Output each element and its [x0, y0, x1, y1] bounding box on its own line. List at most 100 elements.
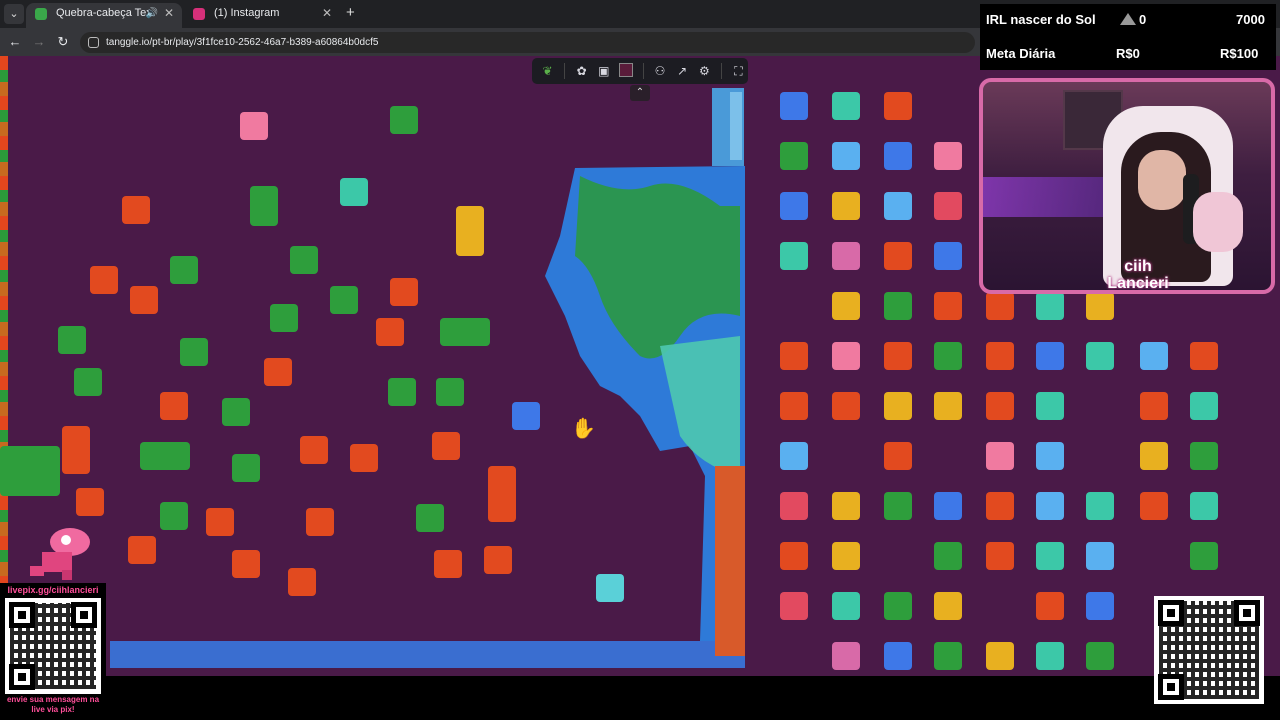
puzzle-piece[interactable]	[390, 278, 418, 306]
tray-piece[interactable]	[1036, 442, 1064, 470]
tray-piece[interactable]	[1036, 292, 1064, 320]
tanggle-logo-icon[interactable]: ❦	[538, 60, 557, 82]
tray-piece[interactable]	[1036, 392, 1064, 420]
tray-piece[interactable]	[934, 392, 962, 420]
puzzle-piece[interactable]	[0, 446, 60, 496]
tray-piece[interactable]	[780, 542, 808, 570]
close-tab-icon[interactable]: ✕	[164, 3, 174, 24]
puzzle-piece[interactable]	[440, 318, 490, 346]
puzzle-piece[interactable]	[456, 206, 484, 256]
tray-piece[interactable]	[934, 492, 962, 520]
site-info-icon[interactable]	[88, 37, 99, 48]
tray-piece[interactable]	[934, 642, 962, 670]
tray-piece[interactable]	[832, 242, 860, 270]
puzzle-piece[interactable]	[488, 466, 516, 522]
tray-piece[interactable]	[934, 342, 962, 370]
puzzle-piece[interactable]	[140, 442, 190, 470]
reload-icon[interactable]: ↻	[54, 33, 72, 51]
tab-puzzle[interactable]: Quebra-cabeça Texturas 🔊 ✕	[26, 3, 182, 28]
close-tab-icon[interactable]: ✕	[322, 3, 332, 24]
tray-piece[interactable]	[1036, 642, 1064, 670]
tray-piece[interactable]	[1036, 592, 1064, 620]
tray-piece[interactable]	[884, 392, 912, 420]
players-icon[interactable]: ⚇	[650, 60, 669, 82]
puzzle-piece[interactable]	[416, 504, 444, 532]
tray-piece[interactable]	[832, 342, 860, 370]
puzzle-piece[interactable]	[222, 398, 250, 426]
puzzle-piece[interactable]	[376, 318, 404, 346]
tray-piece[interactable]	[986, 392, 1014, 420]
fullscreen-icon[interactable]: ⛶	[729, 60, 748, 82]
tray-piece[interactable]	[780, 192, 808, 220]
settings-icon[interactable]: ⚙	[695, 60, 714, 82]
tray-piece[interactable]	[1140, 342, 1168, 370]
tray-piece[interactable]	[1140, 492, 1168, 520]
tray-piece[interactable]	[780, 442, 808, 470]
tray-piece[interactable]	[1086, 342, 1114, 370]
tray-piece[interactable]	[934, 292, 962, 320]
tray-piece[interactable]	[1036, 542, 1064, 570]
puzzle-piece[interactable]	[130, 286, 158, 314]
puzzle-piece[interactable]	[232, 550, 260, 578]
puzzle-piece[interactable]	[170, 256, 198, 284]
image-preview-icon[interactable]: ▣	[594, 60, 613, 82]
tray-piece[interactable]	[780, 592, 808, 620]
puzzle-piece[interactable]	[288, 568, 316, 596]
puzzle-piece[interactable]	[350, 444, 378, 472]
puzzle-piece[interactable]	[122, 196, 150, 224]
puzzle-piece[interactable]	[330, 286, 358, 314]
puzzle-piece[interactable]	[240, 112, 268, 140]
tray-piece[interactable]	[780, 342, 808, 370]
tray-piece[interactable]	[884, 442, 912, 470]
tray-piece[interactable]	[780, 142, 808, 170]
tray-piece[interactable]	[934, 542, 962, 570]
tray-piece[interactable]	[884, 242, 912, 270]
forward-icon[interactable]: →	[30, 33, 48, 51]
back-icon[interactable]: ←	[6, 33, 24, 51]
tray-piece[interactable]	[1190, 392, 1218, 420]
puzzle-piece[interactable]	[340, 178, 368, 206]
tray-piece[interactable]	[934, 192, 962, 220]
tab-search-button[interactable]: ⌄	[4, 4, 24, 24]
collapse-toolbar-button[interactable]: ⌃	[630, 85, 650, 101]
tray-piece[interactable]	[884, 92, 912, 120]
tray-piece[interactable]	[1036, 492, 1064, 520]
tray-piece[interactable]	[1086, 492, 1114, 520]
tray-piece[interactable]	[1086, 592, 1114, 620]
puzzle-piece[interactable]	[512, 402, 540, 430]
tray-piece[interactable]	[832, 392, 860, 420]
speaker-icon[interactable]: 🔊	[146, 3, 158, 24]
puzzle-piece[interactable]	[596, 574, 624, 602]
tray-piece[interactable]	[832, 642, 860, 670]
tray-piece[interactable]	[1190, 442, 1218, 470]
tray-piece[interactable]	[934, 142, 962, 170]
tray-piece[interactable]	[780, 242, 808, 270]
puzzle-piece[interactable]	[484, 546, 512, 574]
tray-piece[interactable]	[1036, 342, 1064, 370]
tray-piece[interactable]	[986, 642, 1014, 670]
puzzle-piece[interactable]	[160, 392, 188, 420]
puzzle-piece[interactable]	[432, 432, 460, 460]
tray-piece[interactable]	[986, 292, 1014, 320]
tray-piece[interactable]	[832, 92, 860, 120]
puzzle-piece[interactable]	[232, 454, 260, 482]
puzzle-piece[interactable]	[306, 508, 334, 536]
tray-piece[interactable]	[986, 342, 1014, 370]
tray-piece[interactable]	[832, 192, 860, 220]
tray-piece[interactable]	[884, 592, 912, 620]
tab-instagram[interactable]: (1) Instagram ✕	[184, 3, 340, 28]
puzzle-piece[interactable]	[62, 446, 90, 474]
tray-piece[interactable]	[986, 542, 1014, 570]
tray-piece[interactable]	[832, 542, 860, 570]
address-bar[interactable]: tanggle.io/pt-br/play/3f1fce10-2562-46a7…	[80, 32, 975, 53]
tray-piece[interactable]	[986, 442, 1014, 470]
puzzle-piece[interactable]	[76, 488, 104, 516]
puzzle-piece[interactable]	[58, 326, 86, 354]
tray-piece[interactable]	[884, 642, 912, 670]
puzzle-pieces-icon[interactable]: ✿	[572, 60, 591, 82]
tray-piece[interactable]	[1086, 292, 1114, 320]
puzzle-piece[interactable]	[160, 502, 188, 530]
tray-piece[interactable]	[1190, 342, 1218, 370]
tray-piece[interactable]	[1086, 542, 1114, 570]
tray-piece[interactable]	[934, 592, 962, 620]
